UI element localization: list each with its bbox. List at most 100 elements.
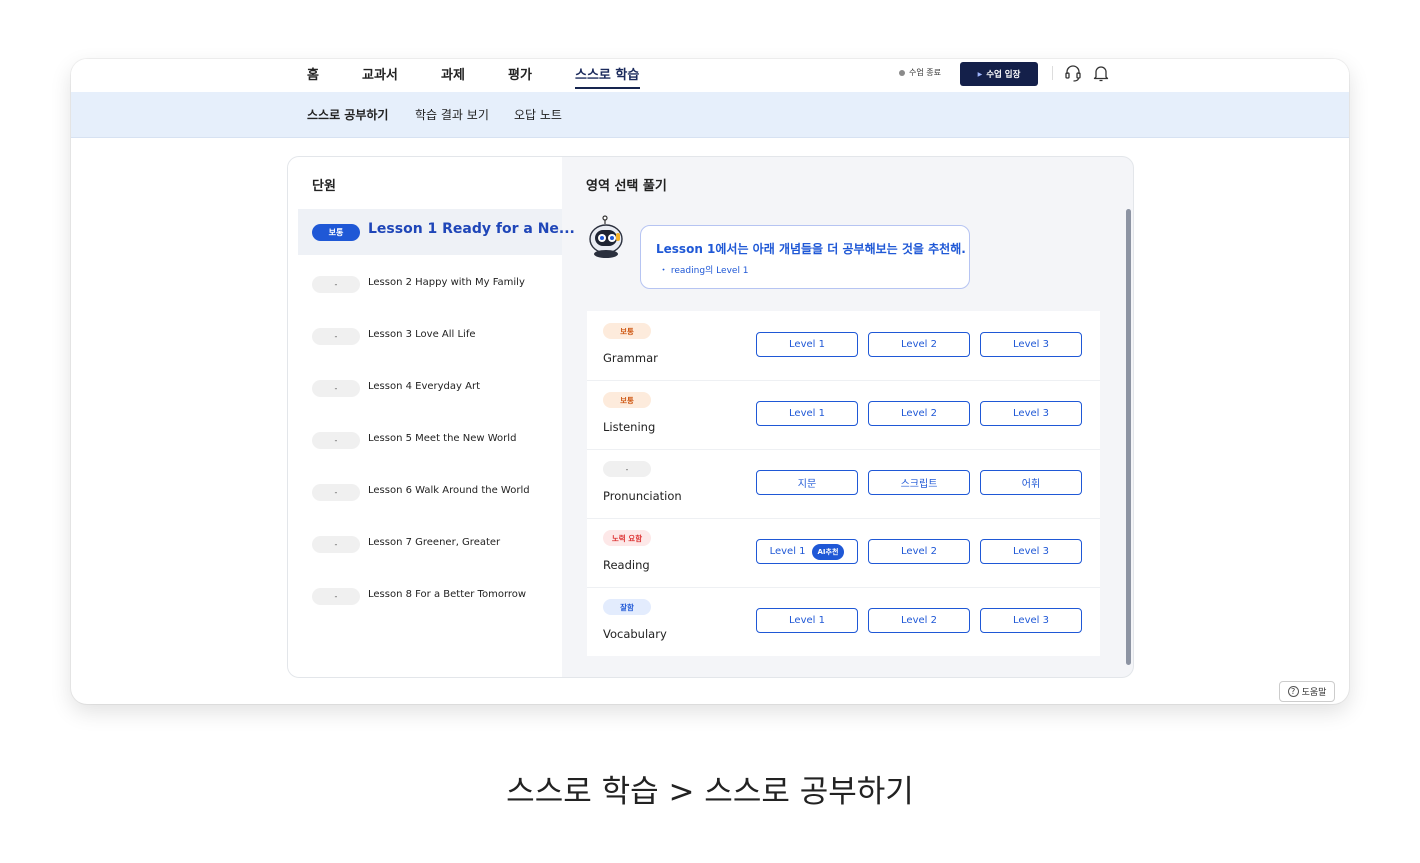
reading-level-2-button[interactable]: Level 2	[868, 539, 970, 564]
lesson-status-badge: -	[312, 432, 360, 449]
button-label: Level 2	[901, 408, 937, 419]
area-name: Grammar	[603, 351, 658, 365]
recommendation-item: ・ reading의 Level 1	[659, 266, 749, 276]
button-label: Level 1	[769, 546, 806, 557]
lesson-title: Lesson 7 Greener, Greater	[368, 537, 501, 548]
class-status-label: 수업 종료	[909, 68, 941, 77]
ai-recommend-badge: AI추천	[811, 543, 845, 560]
listening-level-1-button[interactable]: Level 1	[756, 401, 858, 426]
area-row-reading: 노력 요함 Reading Level 1 AI추천 Level 2 Level…	[587, 518, 1100, 588]
button-label: 어휘	[1021, 479, 1041, 490]
page-caption: 스스로 학습 > 스스로 공부하기	[506, 774, 914, 810]
area-row-grammar: 보통 Grammar Level 1 Level 2 Level 3	[587, 311, 1100, 381]
area-status-badge: 노력 요함	[603, 530, 651, 546]
subnav-self-study[interactable]: 스스로 공부하기	[307, 106, 388, 123]
button-label: Level 2	[901, 546, 937, 557]
nav-self-study[interactable]: 스스로 학습	[575, 64, 639, 83]
lesson-status-badge: -	[312, 328, 360, 345]
content-panel: 단원 보통 Lesson 1 Ready for a Ne... - Lesso…	[287, 156, 1134, 678]
nav-assessment[interactable]: 평가	[508, 64, 532, 83]
nav-textbook[interactable]: 교과서	[362, 64, 398, 83]
area-status-badge: 보통	[603, 392, 651, 408]
sub-navigation: 스스로 공부하기 학습 결과 보기 오답 노트	[71, 92, 1349, 138]
active-nav-underline	[575, 87, 640, 89]
lesson-item-7[interactable]: - Lesson 7 Greener, Greater	[298, 521, 562, 567]
robot-mascot-icon	[589, 215, 623, 258]
pronunciation-vocab-button[interactable]: 어휘	[980, 470, 1082, 495]
area-name: Listening	[603, 420, 656, 434]
button-label: 지문	[797, 479, 817, 490]
enter-class-label: 수업 입장	[986, 70, 1021, 80]
play-icon: ▶	[977, 70, 983, 78]
area-list: 보통 Grammar Level 1 Level 2 Level 3 보통 Li…	[587, 311, 1100, 656]
nav-assignments[interactable]: 과제	[441, 64, 465, 83]
lesson-title: Lesson 5 Meet the New World	[368, 433, 517, 444]
nav-home[interactable]: 홈	[307, 64, 319, 83]
button-label: Level 3	[1013, 408, 1049, 419]
help-button[interactable]: ? 도움말	[1279, 681, 1335, 702]
area-row-vocabulary: 잘함 Vocabulary Level 1 Level 2 Level 3	[587, 587, 1100, 656]
lesson-title: Lesson 4 Everyday Art	[368, 381, 481, 392]
lesson-status-badge: -	[312, 588, 360, 605]
listening-level-2-button[interactable]: Level 2	[868, 401, 970, 426]
enter-class-button[interactable]: ▶ 수업 입장	[960, 62, 1038, 86]
area-status-badge: 잘함	[603, 599, 651, 615]
button-label: Level 3	[1013, 615, 1049, 626]
recommendation-bubble: Lesson 1에서는 아래 개념들을 더 공부해보는 것을 추천해. ・ re…	[640, 225, 970, 289]
vocabulary-level-1-button[interactable]: Level 1	[756, 608, 858, 633]
lesson-item-5[interactable]: - Lesson 5 Meet the New World	[298, 417, 562, 463]
pronunciation-passage-button[interactable]: 지문	[756, 470, 858, 495]
lesson-item-1[interactable]: 보통 Lesson 1 Ready for a Ne...	[298, 209, 575, 255]
lesson-status-badge: -	[312, 276, 360, 293]
lesson-list-panel: 단원 보통 Lesson 1 Ready for a Ne... - Lesso…	[288, 157, 575, 677]
class-status-indicator: 수업 종료	[899, 67, 941, 78]
button-label: Level 1	[789, 339, 825, 350]
help-icon: ?	[1287, 686, 1299, 697]
button-label: Level 1	[789, 615, 825, 626]
divider	[1052, 66, 1053, 80]
area-status-badge: 보통	[603, 323, 651, 339]
listening-level-3-button[interactable]: Level 3	[980, 401, 1082, 426]
lesson-status-badge: -	[312, 484, 360, 501]
bell-icon[interactable]	[1091, 63, 1111, 83]
area-name: Reading	[603, 558, 650, 572]
area-row-listening: 보통 Listening Level 1 Level 2 Level 3	[587, 380, 1100, 450]
area-status-badge: -	[603, 461, 651, 477]
lesson-item-2[interactable]: - Lesson 2 Happy with My Family	[298, 261, 562, 307]
vocabulary-level-2-button[interactable]: Level 2	[868, 608, 970, 633]
grammar-level-2-button[interactable]: Level 2	[868, 332, 970, 357]
lesson-item-3[interactable]: - Lesson 3 Love All Life	[298, 313, 562, 359]
help-label: 도움말	[1301, 688, 1327, 698]
area-name: Pronunciation	[603, 489, 682, 503]
app-window: 홈 교과서 과제 평가 스스로 학습 수업 종료 ▶ 수업 입장 스스로 공부하…	[71, 59, 1349, 704]
reading-level-3-button[interactable]: Level 3	[980, 539, 1082, 564]
pronunciation-script-button[interactable]: 스크립트	[868, 470, 970, 495]
lesson-status-badge: -	[312, 536, 360, 553]
button-label: Level 3	[1013, 339, 1049, 350]
subnav-wrong-answers[interactable]: 오답 노트	[514, 106, 562, 123]
subnav-results[interactable]: 학습 결과 보기	[415, 106, 489, 123]
reading-level-1-button[interactable]: Level 1 AI추천	[756, 539, 858, 564]
grammar-level-3-button[interactable]: Level 3	[980, 332, 1082, 357]
status-dot-icon	[899, 69, 905, 76]
grammar-level-1-button[interactable]: Level 1	[756, 332, 858, 357]
lesson-title: Lesson 3 Love All Life	[368, 329, 476, 340]
lesson-title: Lesson 6 Walk Around the World	[368, 485, 530, 496]
lesson-status-badge: 보통	[312, 224, 360, 241]
vocabulary-level-3-button[interactable]: Level 3	[980, 608, 1082, 633]
headset-icon[interactable]	[1063, 63, 1083, 83]
button-label: Level 2	[901, 615, 937, 626]
top-navigation: 홈 교과서 과제 평가 스스로 학습 수업 종료 ▶ 수업 입장	[71, 59, 1349, 92]
lesson-list-title: 단원	[312, 179, 336, 194]
lesson-title: Lesson 8 For a Better Tomorrow	[368, 589, 527, 600]
button-label: Level 2	[901, 339, 937, 350]
lesson-title: Lesson 1 Ready for a Ne...	[368, 221, 575, 237]
lesson-item-6[interactable]: - Lesson 6 Walk Around the World	[298, 469, 562, 515]
button-label: 스크립트	[900, 479, 938, 490]
lesson-item-8[interactable]: - Lesson 8 For a Better Tomorrow	[298, 573, 562, 619]
lesson-title: Lesson 2 Happy with My Family	[368, 277, 525, 288]
recommendation-title: Lesson 1에서는 아래 개념들을 더 공부해보는 것을 추천해.	[656, 242, 966, 256]
button-label: Level 1	[789, 408, 825, 419]
lesson-item-4[interactable]: - Lesson 4 Everyday Art	[298, 365, 562, 411]
scrollbar[interactable]	[1126, 209, 1131, 665]
